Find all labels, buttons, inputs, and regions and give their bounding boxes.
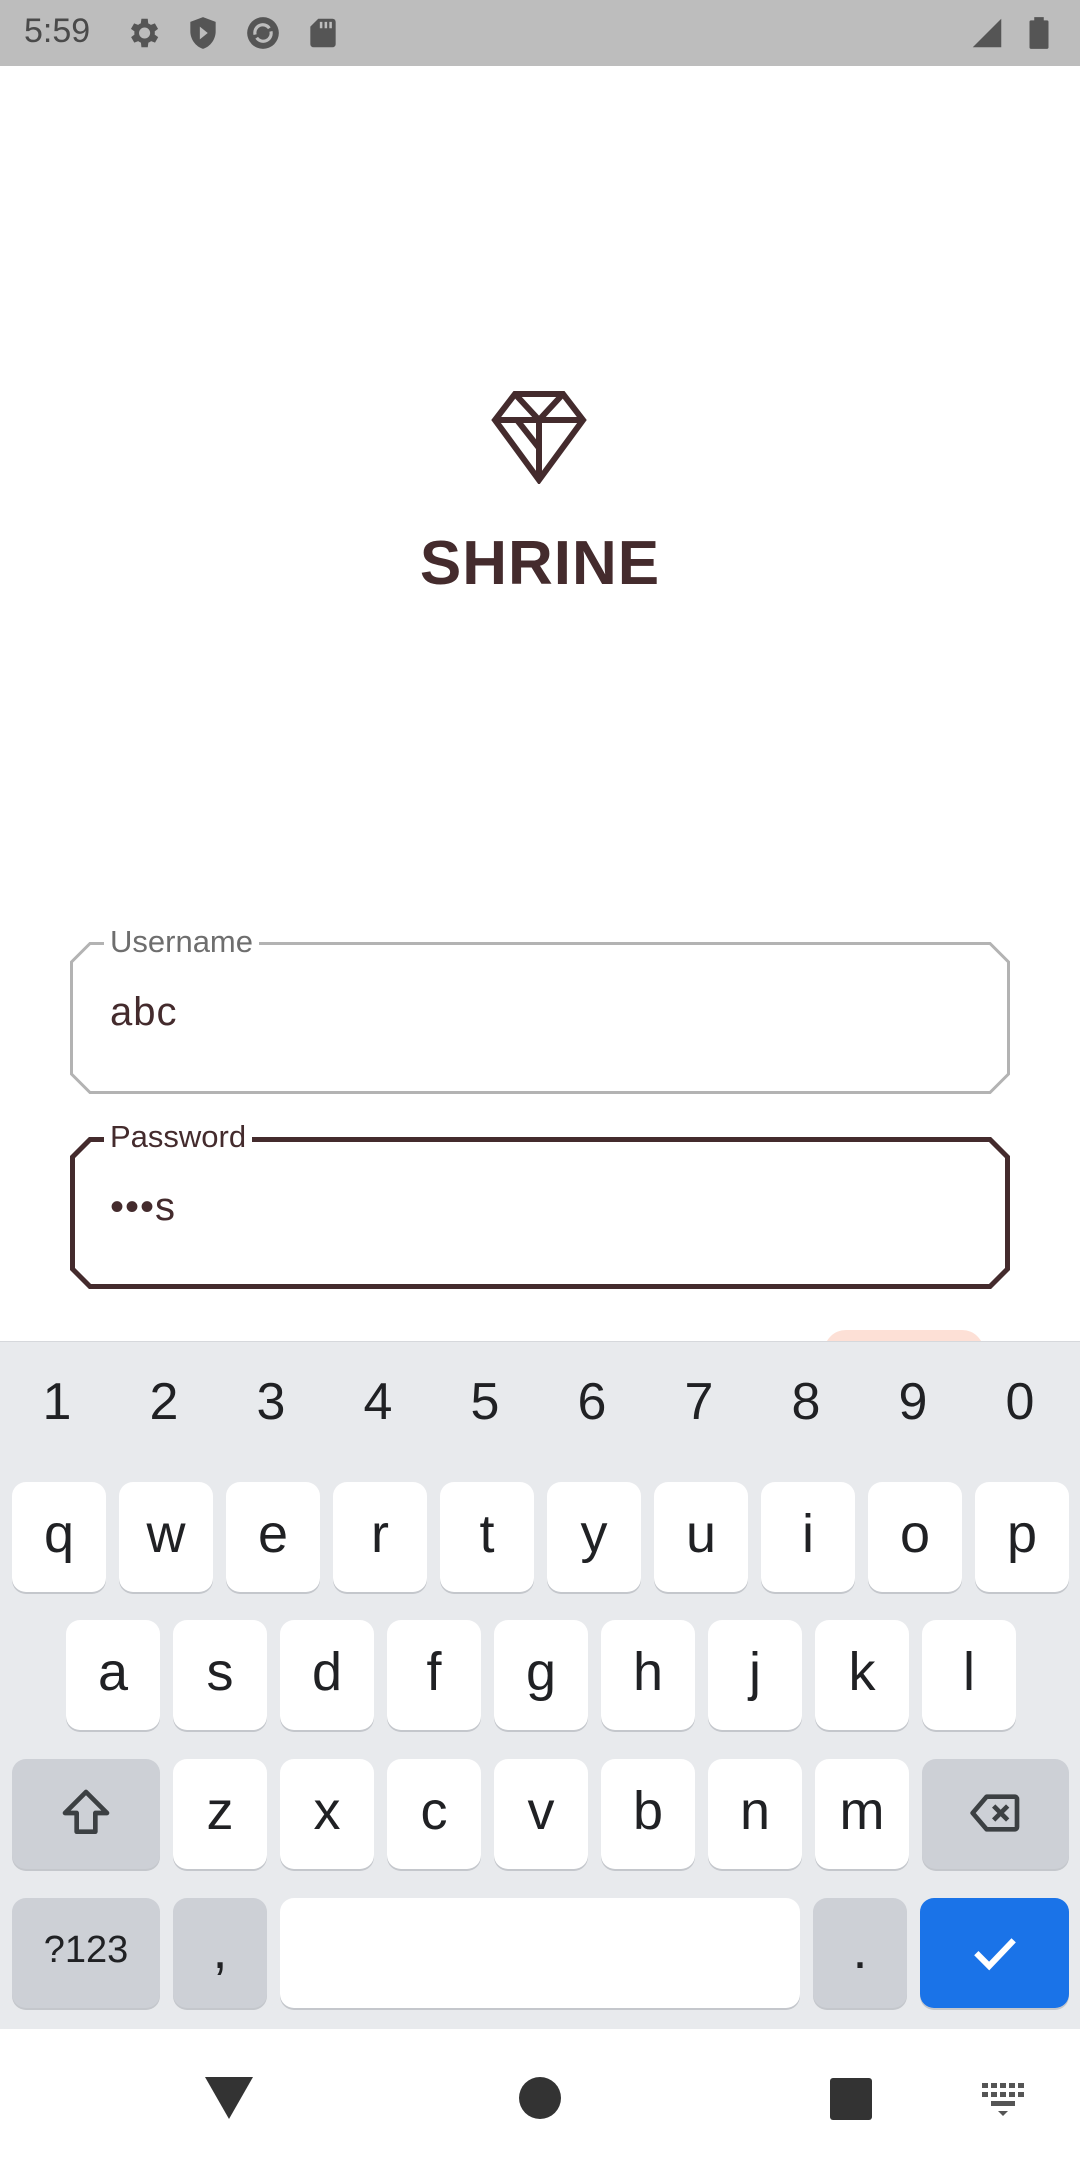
key-v[interactable]: v	[494, 1759, 588, 1869]
status-bar: 5:59	[0, 0, 1080, 66]
diamond-logo	[491, 391, 587, 484]
key-1[interactable]: 1	[7, 1364, 107, 1440]
comma-key[interactable]: ,	[173, 1898, 267, 2008]
key-w[interactable]: w	[119, 1482, 213, 1592]
settings-icon	[130, 18, 159, 48]
soft-keyboard: 1 2 3 4 5 6 7 8 9 0 q w e r t y u i o p …	[0, 1341, 1080, 2029]
signal-icon	[972, 18, 1002, 48]
password-outline	[70, 1137, 1010, 1289]
key-y[interactable]: y	[547, 1482, 641, 1592]
key-b[interactable]: b	[601, 1759, 695, 1869]
backspace-icon	[969, 1794, 1019, 1832]
keyboard-switch-icon[interactable]	[976, 2065, 1036, 2125]
key-0[interactable]: 0	[970, 1364, 1070, 1440]
key-g[interactable]: g	[494, 1620, 588, 1730]
key-m[interactable]: m	[815, 1759, 909, 1869]
battery-icon	[1029, 17, 1049, 49]
key-a[interactable]: a	[66, 1620, 160, 1730]
key-l[interactable]: l	[922, 1620, 1016, 1730]
status-icons-right	[968, 14, 1058, 52]
key-2[interactable]: 2	[114, 1364, 214, 1440]
key-k[interactable]: k	[815, 1620, 909, 1730]
password-input[interactable]: •••s	[110, 1185, 176, 1230]
shield-icon	[190, 17, 216, 49]
shift-icon	[62, 1789, 110, 1834]
key-6[interactable]: 6	[542, 1364, 642, 1440]
key-9[interactable]: 9	[863, 1364, 963, 1440]
key-e[interactable]: e	[226, 1482, 320, 1592]
status-icons-left	[124, 14, 342, 52]
key-h[interactable]: h	[601, 1620, 695, 1730]
key-s[interactable]: s	[173, 1620, 267, 1730]
number-row: 1 2 3 4 5 6 7 8 9 0	[0, 1364, 1080, 1440]
key-x[interactable]: x	[280, 1759, 374, 1869]
key-u[interactable]: u	[654, 1482, 748, 1592]
key-f[interactable]: f	[387, 1620, 481, 1730]
back-icon[interactable]	[199, 2065, 259, 2125]
key-7[interactable]: 7	[649, 1364, 749, 1440]
backspace-key[interactable]	[922, 1759, 1069, 1869]
app-title: SHRINE	[419, 529, 661, 598]
status-time: 5:59	[24, 12, 91, 50]
key-n[interactable]: n	[708, 1759, 802, 1869]
username-input[interactable]: abc	[110, 990, 178, 1035]
key-j[interactable]: j	[708, 1620, 802, 1730]
username-outline	[70, 942, 1010, 1094]
key-r[interactable]: r	[333, 1482, 427, 1592]
key-i[interactable]: i	[761, 1482, 855, 1592]
key-3[interactable]: 3	[221, 1364, 321, 1440]
password-label: Password	[104, 1119, 253, 1155]
key-p[interactable]: p	[975, 1482, 1069, 1592]
key-d[interactable]: d	[280, 1620, 374, 1730]
key-5[interactable]: 5	[435, 1364, 535, 1440]
key-c[interactable]: c	[387, 1759, 481, 1869]
navigation-bar	[0, 2029, 1080, 2160]
sync-icon	[247, 17, 279, 49]
screen: 5:59 SHRINE Username abc Password •••s 1…	[0, 0, 1080, 2160]
shift-key[interactable]	[12, 1759, 160, 1869]
space-key[interactable]	[280, 1898, 800, 2008]
key-t[interactable]: t	[440, 1482, 534, 1592]
password-field[interactable]: Password •••s	[70, 1119, 1010, 1289]
key-o[interactable]: o	[868, 1482, 962, 1592]
recents-icon[interactable]	[821, 2065, 881, 2125]
key-4[interactable]: 4	[328, 1364, 428, 1440]
username-label: Username	[104, 924, 259, 960]
period-key[interactable]: .	[813, 1898, 907, 2008]
symbols-key[interactable]: ?123	[12, 1898, 160, 2008]
key-z[interactable]: z	[173, 1759, 267, 1869]
key-q[interactable]: q	[12, 1482, 106, 1592]
check-icon	[973, 1938, 1016, 1971]
home-icon[interactable]	[510, 2065, 570, 2125]
key-8[interactable]: 8	[756, 1364, 856, 1440]
sd-card-icon	[310, 18, 336, 48]
enter-key[interactable]	[920, 1898, 1069, 2008]
username-field[interactable]: Username abc	[70, 924, 1010, 1094]
